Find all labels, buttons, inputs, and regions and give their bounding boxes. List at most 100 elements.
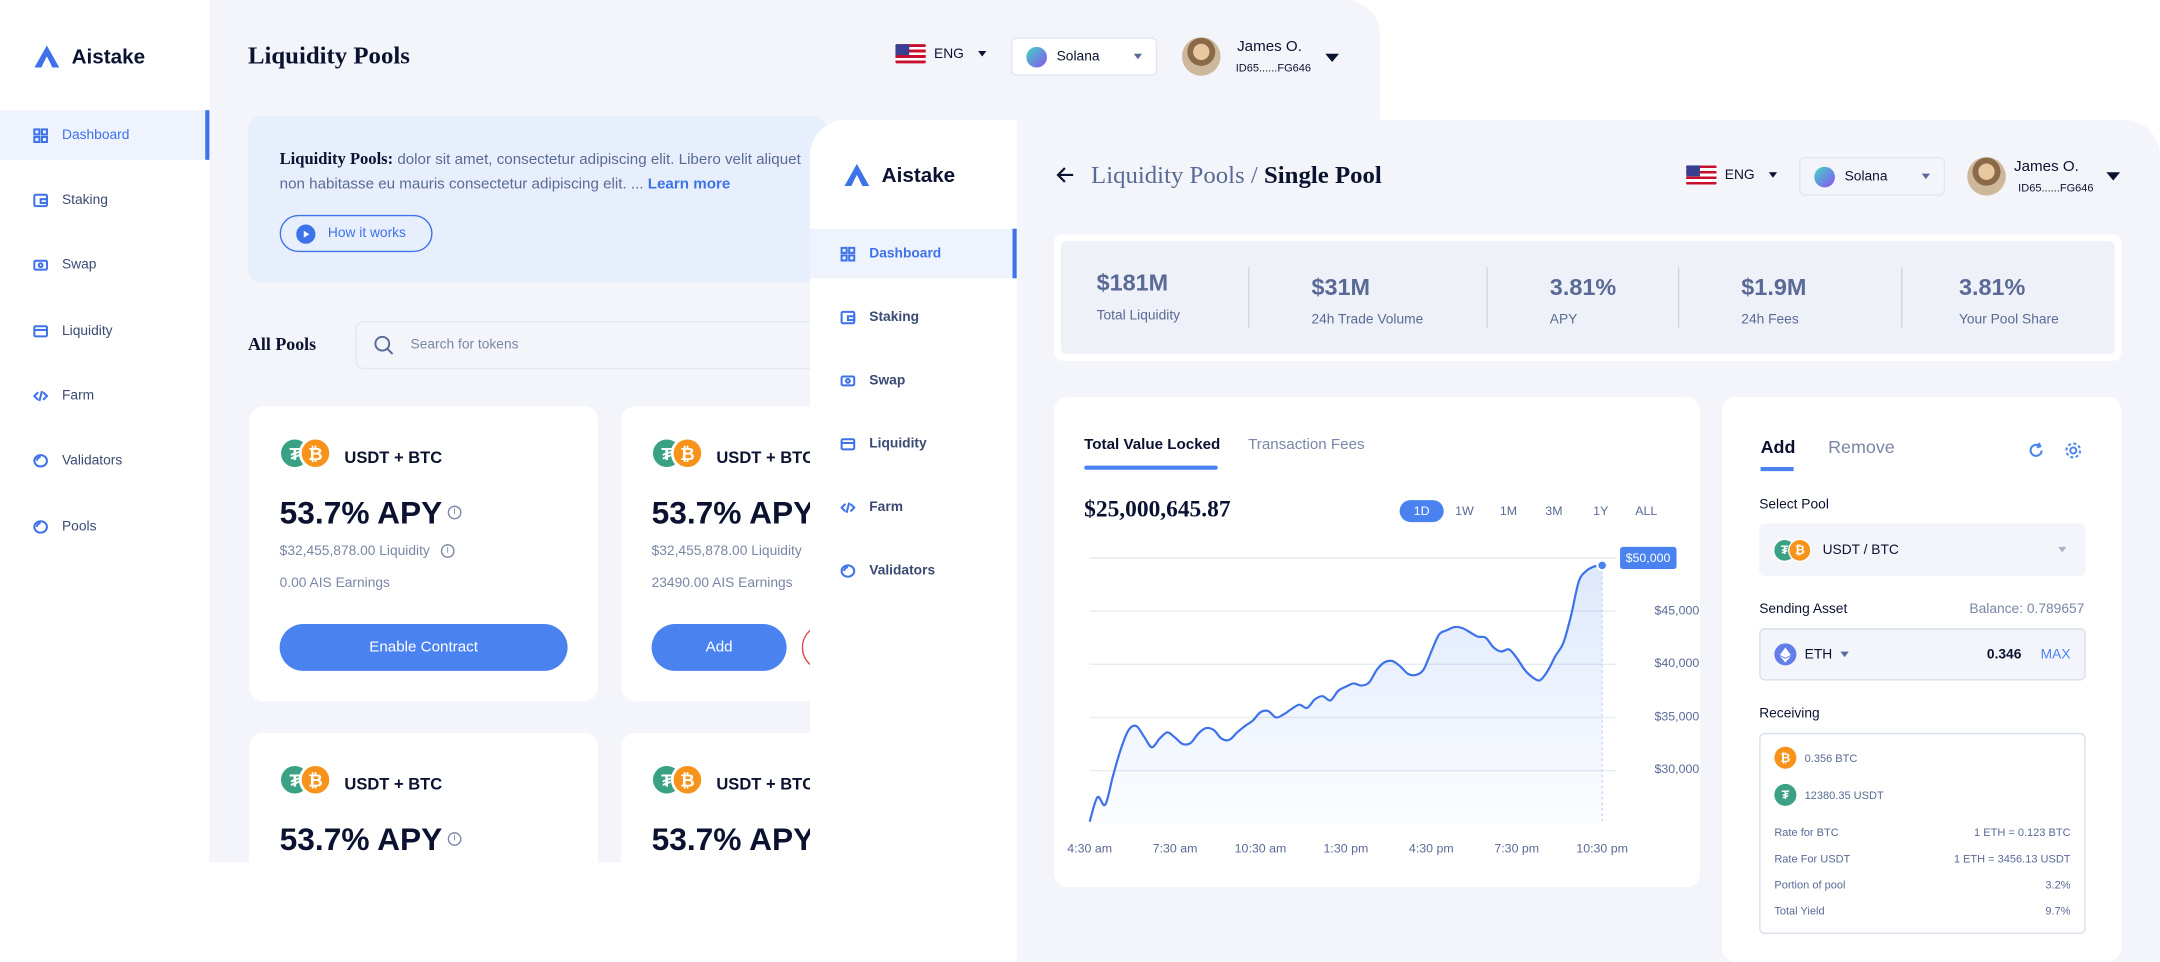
divider — [1677, 267, 1680, 328]
apy-value: 53.7% APY — [651, 821, 815, 857]
search-input[interactable]: Search for tokens — [355, 320, 824, 370]
network-selector[interactable]: Solana — [1011, 37, 1158, 76]
info-icon[interactable]: i — [447, 505, 462, 520]
brand-logo[interactable]: Aistake — [33, 44, 145, 69]
last-point-marker[interactable] — [1596, 559, 1609, 572]
network-label: Solana — [1844, 168, 1888, 184]
max-button[interactable]: MAX — [2041, 647, 2071, 662]
stat-value: $1.9M — [1741, 273, 1807, 300]
receiving-box: ₿ 0.356 BTC ₮ 12380.35 USDT Rate for BTC… — [1759, 732, 2086, 935]
chevron-down-icon[interactable] — [2106, 172, 2121, 181]
stat-label: 24h Fees — [1741, 312, 1799, 328]
sidebar-item-liquidity[interactable]: Liquidity — [810, 419, 1017, 469]
earnings-value: 23490.00 AIS Earnings — [651, 575, 793, 591]
chevron-down-icon[interactable] — [1840, 651, 1849, 658]
aistake-logo-icon — [34, 45, 60, 68]
sidebar-item-label: Swap — [61, 256, 97, 273]
sidebar-item-validators[interactable]: Validators — [0, 435, 209, 485]
liquidity-value: $32,455,878.00 Liquidity — [651, 544, 802, 560]
pair-name: USDT + BTC — [344, 774, 443, 794]
sidebar-item-swap[interactable]: Swap — [810, 355, 1017, 405]
pool-card: ₮ ₿ USDT + BTC 53.7% APY i — [249, 732, 598, 863]
stat-value: $181M — [1096, 269, 1169, 296]
stat-trade-volume: $31M 24h Trade Volume — [1311, 245, 1423, 355]
grid-icon — [840, 246, 856, 261]
sending-asset-input[interactable]: ETH 0.346 MAX — [1759, 628, 2086, 681]
liquidity-panel: Add Remove Select Pool ₮ ₿ USDT / BTC Sen… — [1722, 396, 2122, 962]
sidebar-item-dashboard[interactable]: Dashboard — [810, 228, 1017, 279]
language-selector[interactable]: ENG — [1686, 165, 1777, 185]
language-selector[interactable]: ENG — [895, 44, 986, 64]
breadcrumb-current: Single Pool — [1263, 161, 1382, 189]
yield-value: 9.7% — [2045, 905, 2071, 918]
sidebar-item-label: Liquidity — [869, 436, 927, 452]
card-icon — [840, 437, 856, 450]
brand-logo[interactable]: Aistake — [843, 163, 955, 188]
solana-icon — [1814, 166, 1835, 187]
add-button[interactable]: Add — [651, 624, 787, 671]
asset-name: ETH — [1804, 646, 1833, 662]
stat-value: 3.81% — [1958, 273, 2026, 300]
pair-name: USDT + BTC — [716, 774, 815, 794]
stat-label: 24h Trade Volume — [1311, 312, 1424, 328]
avatar[interactable] — [1181, 37, 1221, 76]
aistake-logo-icon — [844, 163, 870, 186]
swap-icon — [840, 374, 856, 386]
learn-more-link[interactable]: Learn more — [648, 176, 731, 193]
sidebar-item-staking[interactable]: Staking — [0, 175, 209, 225]
tab-add[interactable]: Add — [1761, 437, 1796, 458]
receive-usdt: 12380.35 USDT — [1804, 789, 1884, 802]
sidebar-item-dashboard[interactable]: Dashboard — [0, 110, 210, 160]
chevron-down-icon[interactable] — [1325, 53, 1340, 62]
sidebar-item-pools[interactable]: Pools — [0, 501, 209, 551]
info-icon[interactable]: i — [447, 832, 462, 846]
sidebar-item-label: Pools — [61, 518, 97, 534]
stat-value: $31M — [1311, 273, 1371, 300]
all-pools-heading: All Pools — [247, 333, 317, 355]
network-selector[interactable]: Solana — [1799, 157, 1946, 196]
bitcoin-icon: ₿ — [1788, 537, 1812, 562]
divider — [1901, 267, 1903, 328]
back-arrow-icon[interactable] — [1055, 165, 1074, 184]
card-icon — [33, 324, 48, 337]
pool-select[interactable]: ₮ ₿ USDT / BTC — [1759, 523, 2086, 576]
info-banner: Liquidity Pools: dolor sit amet, consect… — [247, 115, 827, 283]
language-label: ENG — [1724, 167, 1755, 183]
breadcrumb-parent[interactable]: Liquidity Pools / — [1091, 161, 1258, 189]
chevron-down-icon — [1921, 173, 1931, 180]
user-name: James O. — [1237, 38, 1302, 56]
sidebar-item-swap[interactable]: Swap — [0, 240, 209, 290]
tab-remove[interactable]: Remove — [1828, 437, 1895, 458]
stat-label: Your Pool Share — [1958, 312, 2059, 328]
enable-contract-button[interactable]: Enable Contract — [279, 624, 568, 671]
sidebar-item-farm[interactable]: Farm — [810, 482, 1017, 532]
sidebar-item-farm[interactable]: Farm — [0, 371, 209, 421]
stat-pool-share: 3.81% Your Pool Share — [1959, 245, 2059, 355]
user-name: James O. — [2014, 158, 2079, 175]
gear-icon[interactable] — [2064, 441, 2083, 460]
avatar[interactable] — [1967, 157, 2006, 196]
stats-bar: $181M Total Liquidity $31M 24h Trade Volum… — [1053, 234, 2122, 361]
info-text: Liquidity Pools: dolor sit amet, consect… — [280, 146, 831, 197]
select-pool-label: Select Pool — [1759, 497, 1829, 513]
swap-icon — [33, 259, 48, 270]
sidebar-item-staking[interactable]: Staking — [810, 292, 1017, 342]
how-it-works-button[interactable]: How it works — [279, 214, 433, 253]
bitcoin-icon: ₿ — [670, 763, 704, 797]
sidebar-item-label: Farm — [61, 387, 95, 403]
sidebar-item-validators[interactable]: Validators — [810, 546, 1017, 596]
how-it-works-label: How it works — [327, 225, 406, 242]
ring-icon — [840, 563, 856, 578]
stat-label: APY — [1549, 312, 1578, 328]
y-tick-label: $30,000 — [1654, 762, 1700, 777]
refresh-icon[interactable] — [2028, 442, 2045, 459]
pool-name: USDT / BTC — [1822, 542, 1899, 558]
rate-btc-value: 1 ETH = 0.123 BTC — [1974, 826, 2071, 839]
apy-value: 53.7% APY — [651, 494, 815, 531]
sidebar-item-label: Validators — [61, 452, 123, 468]
stat-label: Total Liquidity — [1096, 307, 1181, 324]
sidebar-item-liquidity[interactable]: Liquidity — [0, 306, 209, 356]
info-icon[interactable]: i — [440, 544, 455, 558]
bitcoin-icon: ₿ — [670, 436, 704, 470]
brand-name: Aistake — [881, 163, 956, 187]
